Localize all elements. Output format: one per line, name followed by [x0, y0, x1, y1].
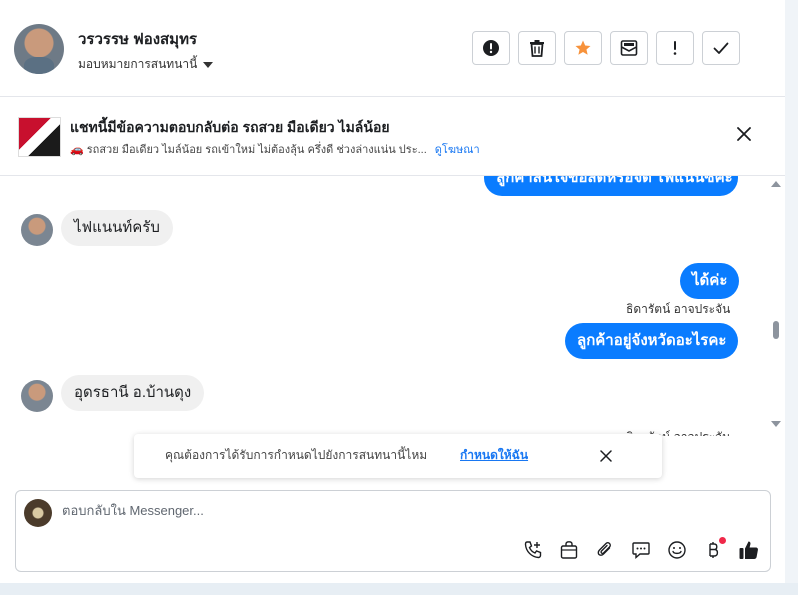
notification-dot	[719, 537, 726, 544]
assign-label: มอบหมายการสนทนานี้	[78, 57, 198, 71]
close-ad-button[interactable]	[737, 126, 751, 145]
sender-name: ธิดารัตน์ อาจประจัน	[626, 302, 731, 316]
right-gutter	[785, 0, 798, 583]
paperclip-icon	[597, 542, 611, 556]
header-actions	[472, 31, 740, 65]
saved-replies-button[interactable]	[629, 538, 653, 562]
envelope-icon	[620, 40, 638, 56]
scroll-up-arrow-icon[interactable]	[771, 181, 781, 187]
thumbs-up-icon	[739, 541, 758, 559]
message-list[interactable]: ลูกค้าสนใจข้อสดหรือจัด ไฟแนนซ์คะ ไฟแนนท์…	[0, 176, 785, 436]
chat-bubble-icon	[632, 542, 650, 560]
outgoing-message[interactable]: ได้ค่ะ	[680, 263, 740, 299]
ad-description: 🚗 รถสวย มือเดียว ไมล์น้อย รถเข้าใหม่ ไม่…	[70, 140, 480, 158]
incoming-message[interactable]: ไฟแนนท์ครับ	[61, 210, 173, 246]
page-avatar	[24, 499, 52, 527]
close-icon	[600, 450, 612, 462]
phone-plus-icon	[524, 541, 542, 559]
reply-input[interactable]	[62, 503, 662, 518]
bottom-gutter	[0, 583, 798, 595]
mark-unread-button[interactable]	[610, 31, 648, 65]
star-button[interactable]	[564, 31, 602, 65]
trash-icon	[530, 40, 544, 57]
emoji-icon	[668, 541, 686, 559]
close-icon	[737, 127, 751, 141]
assign-to-me-link[interactable]: กำหนดให้ฉัน	[460, 446, 528, 465]
ad-thumbnail[interactable]	[18, 117, 61, 157]
spam-button[interactable]	[472, 31, 510, 65]
call-button[interactable]	[521, 538, 545, 562]
payment-button[interactable]	[701, 537, 726, 562]
exclamation-icon	[673, 41, 677, 55]
attach-button[interactable]	[593, 538, 617, 562]
contact-avatar-small	[21, 380, 53, 412]
outgoing-message[interactable]: ลูกค้าสนใจข้อสดหรือจัด ไฟแนนซ์คะ	[484, 176, 738, 196]
shop-button[interactable]	[557, 538, 581, 562]
delete-button[interactable]	[518, 31, 556, 65]
contact-avatar[interactable]	[14, 24, 64, 74]
composer-tools	[521, 537, 761, 562]
follow-up-button[interactable]	[656, 31, 694, 65]
bag-icon	[560, 541, 578, 559]
caret-down-icon	[203, 61, 214, 68]
like-button[interactable]	[737, 538, 761, 562]
conversation-header: วรวรรษ ฟองสมุทร มอบหมายการสนทนานี้	[0, 0, 785, 97]
ad-context-banner: แชทนี้มีข้อความตอบกลับต่อ รถสวย มือเดียว…	[0, 97, 785, 176]
emoji-button[interactable]	[665, 538, 689, 562]
check-icon	[713, 42, 729, 54]
mark-done-button[interactable]	[702, 31, 740, 65]
conversation-panel: วรวรรษ ฟองสมุทร มอบหมายการสนทนานี้ แชทนี…	[0, 0, 786, 583]
ad-title: แชทนี้มีข้อความตอบกลับต่อ รถสวย มือเดียว…	[70, 119, 390, 135]
outgoing-message[interactable]: ลูกค้าอยู่จังหวัดอะไรคะ	[565, 323, 739, 359]
reply-composer	[15, 490, 771, 572]
reminder-text: คุณต้องการได้รับการกำหนดไปยังการสนทนานี้…	[165, 448, 428, 462]
view-ad-link[interactable]: ดูโฆษณา	[435, 144, 480, 156]
message-scrollbar[interactable]	[770, 178, 782, 434]
close-reminder-button[interactable]	[600, 447, 612, 466]
incoming-message[interactable]: อุดรธานี อ.บ้านดุง	[61, 375, 205, 411]
exclamation-circle-icon	[483, 40, 499, 56]
contact-name[interactable]: วรวรรษ ฟองสมุทร	[78, 27, 197, 51]
star-icon	[575, 40, 591, 55]
scroll-down-arrow-icon[interactable]	[771, 421, 781, 427]
contact-avatar-small	[21, 214, 53, 246]
assign-conversation-dropdown[interactable]: มอบหมายการสนทนานี้	[78, 55, 214, 74]
scrollbar-thumb[interactable]	[773, 321, 779, 339]
ad-description-text: 🚗 รถสวย มือเดียว ไมล์น้อย รถเข้าใหม่ ไม่…	[70, 144, 427, 156]
assign-reminder-toast: คุณต้องการได้รับการกำหนดไปยังการสนทนานี้…	[134, 434, 662, 478]
